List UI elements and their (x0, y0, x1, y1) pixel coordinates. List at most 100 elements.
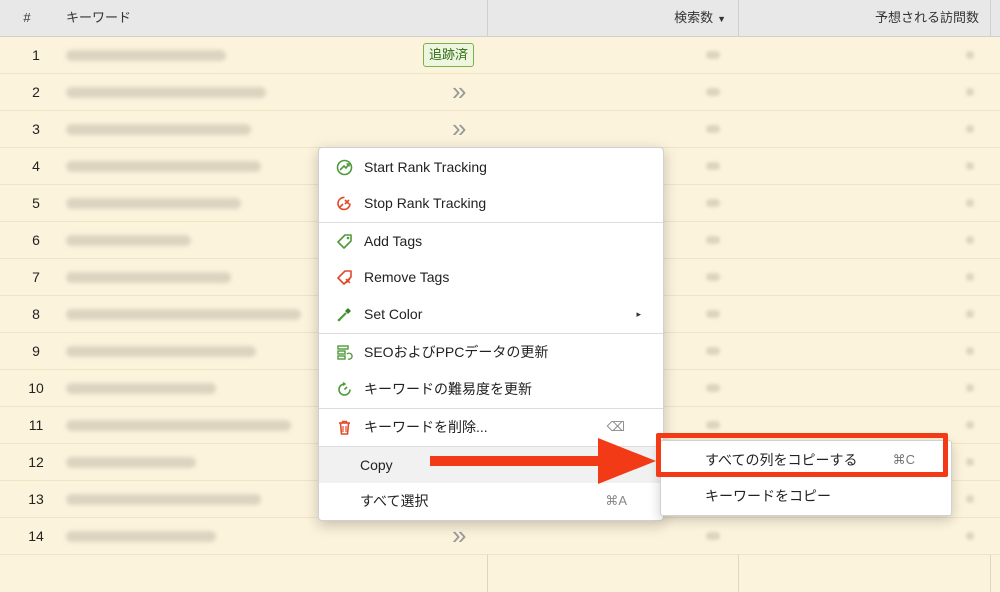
row-number: 10 (28, 380, 44, 396)
submenu-item-copy-keyword[interactable]: キーワードをコピー (661, 479, 951, 513)
chevron-double-right-icon[interactable]: » (452, 518, 467, 552)
redacted-keyword (66, 272, 231, 283)
sort-descending-icon: ▼ (717, 13, 726, 24)
table-row[interactable]: 14 » (0, 518, 1000, 555)
redacted-keyword (66, 383, 216, 394)
row-number: 13 (28, 491, 44, 507)
menu-item-update-seo-ppc[interactable]: SEOおよびPPCデータの更新 (319, 334, 663, 370)
trash-icon (339, 420, 350, 435)
redacted-expected-visits (966, 310, 974, 318)
menu-item-label: Stop Rank Tracking (364, 195, 487, 211)
menu-item-label: Set Color (364, 306, 423, 322)
menu-item-select-all[interactable]: すべて選択 ⌘A (319, 483, 663, 519)
redacted-expected-visits (966, 125, 974, 133)
redacted-search-volume (706, 384, 720, 392)
redacted-expected-visits (966, 532, 974, 540)
redacted-keyword (66, 235, 191, 246)
redacted-expected-visits (966, 384, 974, 392)
keyword-cell[interactable] (66, 518, 486, 554)
menu-item-label: SEOおよびPPCデータの更新 (364, 344, 549, 360)
table-row[interactable]: 2» (0, 74, 1000, 111)
chevron-double-right-icon[interactable]: » (452, 74, 467, 108)
redacted-expected-visits (966, 88, 974, 96)
column-header-keyword[interactable]: キーワード (66, 0, 131, 36)
column-divider[interactable] (738, 0, 739, 36)
keyword-cell[interactable] (66, 111, 486, 147)
gauge-refresh-icon (338, 381, 351, 396)
table-row[interactable]: 3» (0, 111, 1000, 148)
shortcut-label: ⌘A (605, 493, 627, 508)
tag-remove-icon (337, 270, 352, 285)
keyword-cell[interactable] (66, 74, 486, 110)
menu-item-label: Add Tags (364, 233, 423, 249)
menu-item-label: Remove Tags (364, 269, 450, 285)
row-number: 7 (32, 269, 40, 285)
table-header: # キーワード 検索数 ▼ 予想される訪問数 (0, 0, 1000, 37)
row-number: 11 (28, 417, 44, 433)
highlight-box (656, 433, 948, 477)
row-number: 8 (32, 306, 40, 322)
menu-item-label: Start Rank Tracking (364, 159, 487, 175)
redacted-keyword (66, 346, 256, 357)
redacted-expected-visits (966, 495, 974, 503)
redacted-keyword (66, 457, 196, 468)
column-divider[interactable] (990, 0, 991, 36)
redacted-expected-visits (966, 347, 974, 355)
redacted-keyword (66, 50, 226, 61)
redacted-keyword (66, 161, 261, 172)
redacted-search-volume (706, 421, 720, 429)
row-number: 9 (32, 343, 40, 359)
annotation-arrow-icon (430, 438, 656, 484)
redacted-search-volume (706, 236, 720, 244)
redacted-search-volume (706, 532, 720, 540)
redacted-search-volume (706, 273, 720, 281)
chevron-double-right-icon[interactable]: » (452, 111, 467, 145)
menu-item-set-color[interactable]: Set Color ▸ (319, 296, 663, 332)
redacted-keyword (66, 87, 266, 98)
redacted-keyword (66, 494, 261, 505)
redacted-expected-visits (966, 199, 974, 207)
redacted-search-volume (706, 162, 720, 170)
redacted-keyword (66, 531, 216, 542)
row-number: 14 (28, 528, 44, 544)
column-header-expected-visits[interactable]: 予想される訪問数 (739, 0, 979, 36)
redacted-search-volume (706, 310, 720, 318)
redacted-expected-visits (966, 421, 974, 429)
eyedropper-icon (337, 308, 351, 322)
redacted-search-volume (706, 51, 720, 59)
tag-icon (337, 234, 352, 249)
redacted-expected-visits (966, 458, 974, 466)
search-volume-label: 検索数 (674, 10, 714, 25)
menu-item-label: Copy (360, 457, 393, 473)
redacted-expected-visits (966, 236, 974, 244)
redacted-expected-visits (966, 162, 974, 170)
column-header-search-volume[interactable]: 検索数 ▼ (488, 0, 726, 36)
row-number: 1 (32, 47, 40, 63)
redacted-keyword (66, 309, 301, 320)
table-row[interactable]: 1 追跡済 (0, 37, 1000, 74)
menu-item-update-difficulty[interactable]: キーワードの難易度を更新 (319, 371, 663, 407)
row-number: 12 (28, 454, 44, 470)
submenu-arrow-icon: ▸ (636, 309, 641, 319)
chart-stop-icon (337, 196, 351, 211)
redacted-expected-visits (966, 273, 974, 281)
row-number: 4 (32, 158, 40, 174)
row-number: 2 (32, 84, 40, 100)
row-number: 5 (32, 195, 40, 211)
menu-item-add-tags[interactable]: Add Tags (319, 223, 663, 259)
tracked-badge: 追跡済 (423, 43, 475, 67)
redacted-keyword (66, 198, 241, 209)
column-header-number[interactable]: # (0, 0, 54, 36)
column-divider[interactable] (487, 0, 488, 36)
redacted-keyword (66, 124, 251, 135)
menu-item-stop-rank-tracking[interactable]: Stop Rank Tracking (319, 185, 663, 221)
row-number: 6 (32, 232, 40, 248)
redacted-search-volume (706, 347, 720, 355)
redacted-expected-visits (966, 51, 974, 59)
menu-item-label: キーワードの難易度を更新 (364, 381, 532, 397)
redacted-search-volume (706, 88, 720, 96)
menu-item-start-rank-tracking[interactable]: Start Rank Tracking (319, 149, 663, 185)
menu-item-remove-tags[interactable]: Remove Tags (319, 259, 663, 295)
redacted-search-volume (706, 199, 720, 207)
row-number: 3 (32, 121, 40, 137)
